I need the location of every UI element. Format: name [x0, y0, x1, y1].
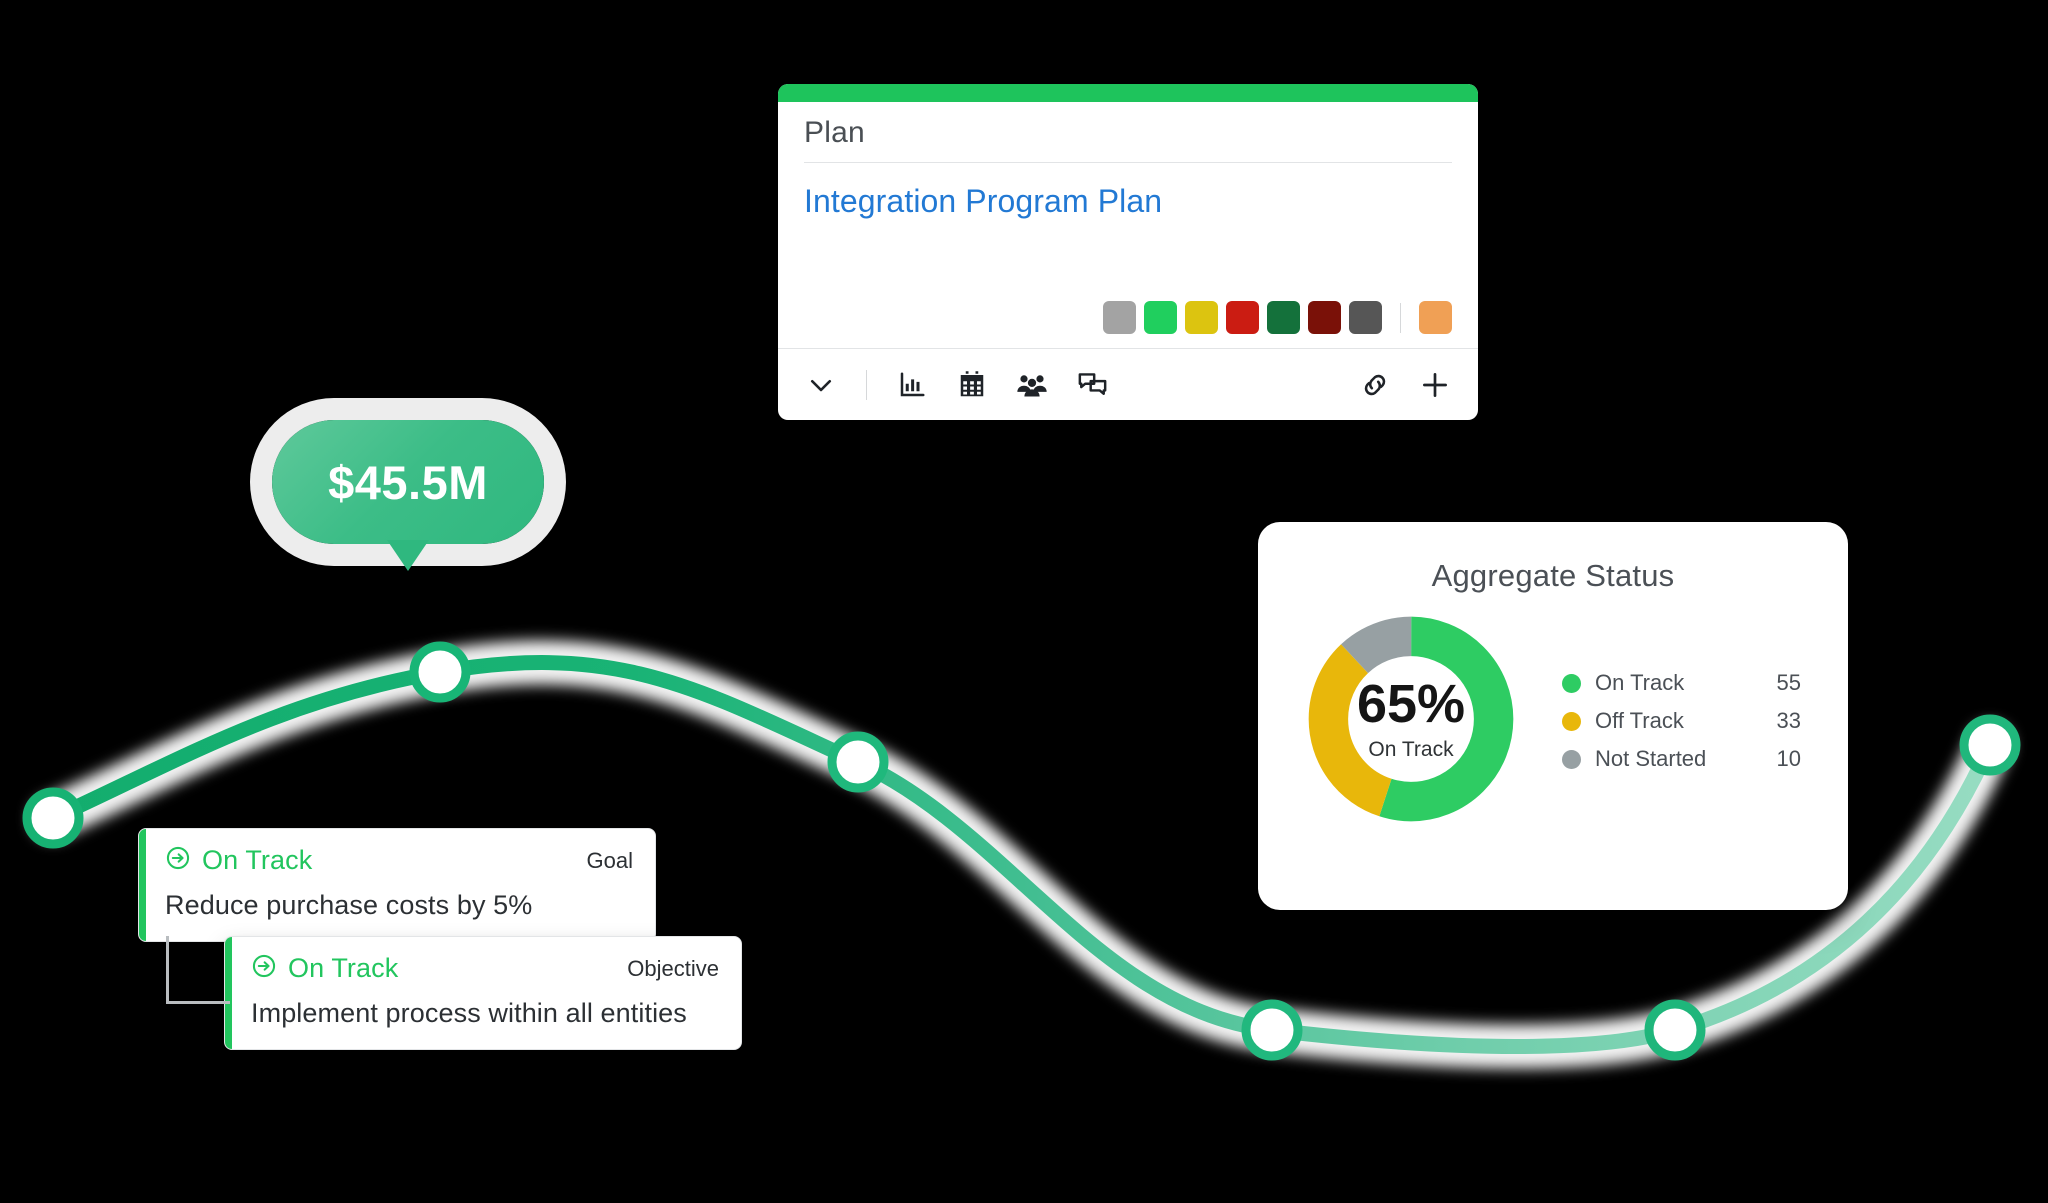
legend-dot-on-track [1562, 673, 1581, 693]
objective-card-inner: On Track Objective Implement process wit… [225, 937, 741, 1049]
objective-card[interactable]: On Track Objective Implement process wit… [224, 936, 742, 1050]
donut-chart: 65% On Track [1302, 610, 1520, 828]
swatch-divider [1400, 302, 1401, 333]
legend-dot-off-track [1562, 711, 1581, 731]
legend-dot-not-started [1562, 749, 1581, 769]
donut-center-label: 65% On Track [1302, 610, 1520, 828]
plan-card[interactable]: Plan Integration Program Plan [778, 84, 1478, 420]
legend-label-not-started: Not Started [1595, 746, 1707, 771]
legend-label-off-track: Off Track [1595, 708, 1684, 733]
plan-type-row: Plan [804, 102, 1452, 163]
legend-value-off-track: 33 [1776, 708, 1801, 733]
timeline-node[interactable] [1241, 999, 1303, 1061]
plan-type-label: Plan [804, 116, 865, 149]
swatch-green[interactable] [1144, 301, 1177, 334]
aggregate-status-content: 65% On Track On Track 55 Off Track 33 No… [1258, 594, 1848, 828]
swatch-dark-green[interactable] [1267, 301, 1300, 334]
value-callout-text: $45.5M [328, 455, 488, 509]
aggregate-status-card[interactable]: Aggregate Status 65% On Track On Track 5… [1258, 522, 1848, 910]
plus-icon[interactable] [1418, 368, 1452, 402]
plan-swatch-zone [804, 230, 1452, 348]
toolbar-divider [866, 369, 867, 400]
goal-status-group: On Track [165, 845, 312, 876]
donut-sublabel: On Track [1368, 737, 1454, 761]
plan-card-body: Plan Integration Program Plan [778, 102, 1478, 348]
swatch-dark-red[interactable] [1308, 301, 1341, 334]
value-callout-bubble[interactable]: $45.5M [272, 420, 544, 593]
legend-row-not-started[interactable]: Not Started 10 [1562, 746, 1801, 772]
timeline-node[interactable] [409, 641, 471, 703]
goal-card-inner: On Track Goal Reduce purchase costs by 5… [139, 829, 655, 941]
legend-value-on-track: 55 [1776, 670, 1801, 695]
calendar-icon[interactable] [955, 368, 989, 402]
donut-percent: 65% [1356, 673, 1466, 734]
objective-status-group: On Track [251, 953, 398, 984]
goal-objective-connector [166, 936, 230, 1004]
swatch-yellow[interactable] [1185, 301, 1218, 334]
people-icon[interactable] [1015, 368, 1049, 402]
timeline-node[interactable] [1644, 999, 1706, 1061]
illustration-canvas: Plan Integration Program Plan Aggregate … [0, 0, 2048, 1203]
legend-value-not-started: 10 [1776, 746, 1801, 771]
goal-status-text: On Track [202, 845, 313, 875]
swatch-orange[interactable] [1419, 301, 1452, 334]
objective-card-header: On Track Objective [251, 953, 719, 984]
color-swatch-row [1103, 301, 1452, 334]
objective-description: Implement process within all entities [251, 998, 687, 1028]
goal-kind-label: Goal [586, 847, 633, 873]
goal-card-header: On Track Goal [165, 845, 633, 876]
value-callout-tail [387, 540, 429, 571]
chevron-down-icon[interactable] [804, 368, 838, 402]
goal-status-bar [139, 829, 146, 941]
swatch-dark-gray[interactable] [1349, 301, 1382, 334]
goal-description: Reduce purchase costs by 5% [165, 890, 533, 920]
legend-row-on-track[interactable]: On Track 55 [1562, 670, 1801, 696]
link-icon[interactable] [1358, 368, 1392, 402]
goal-card[interactable]: On Track Goal Reduce purchase costs by 5… [138, 828, 656, 942]
timeline-node[interactable] [1959, 714, 2021, 776]
objective-status-text: On Track [288, 953, 399, 983]
timeline-node[interactable] [827, 731, 889, 793]
aggregate-status-title: Aggregate Status [1431, 558, 1675, 593]
plan-title-link[interactable]: Integration Program Plan [804, 163, 1452, 230]
legend-row-off-track[interactable]: Off Track 33 [1562, 708, 1801, 734]
plan-toolbar [778, 348, 1478, 420]
chat-icon[interactable] [1075, 368, 1109, 402]
arrow-right-circle-icon [165, 845, 191, 876]
objective-kind-label: Objective [627, 955, 719, 981]
legend-label-on-track: On Track [1595, 670, 1685, 695]
arrow-right-circle-icon [251, 953, 277, 984]
plan-accent-bar [778, 84, 1478, 102]
swatch-red[interactable] [1226, 301, 1259, 334]
timeline-node[interactable] [22, 787, 84, 849]
status-legend: On Track 55 Off Track 33 Not Started 10 [1562, 666, 1801, 772]
swatch-gray[interactable] [1103, 301, 1136, 334]
bar-chart-icon[interactable] [895, 368, 929, 402]
